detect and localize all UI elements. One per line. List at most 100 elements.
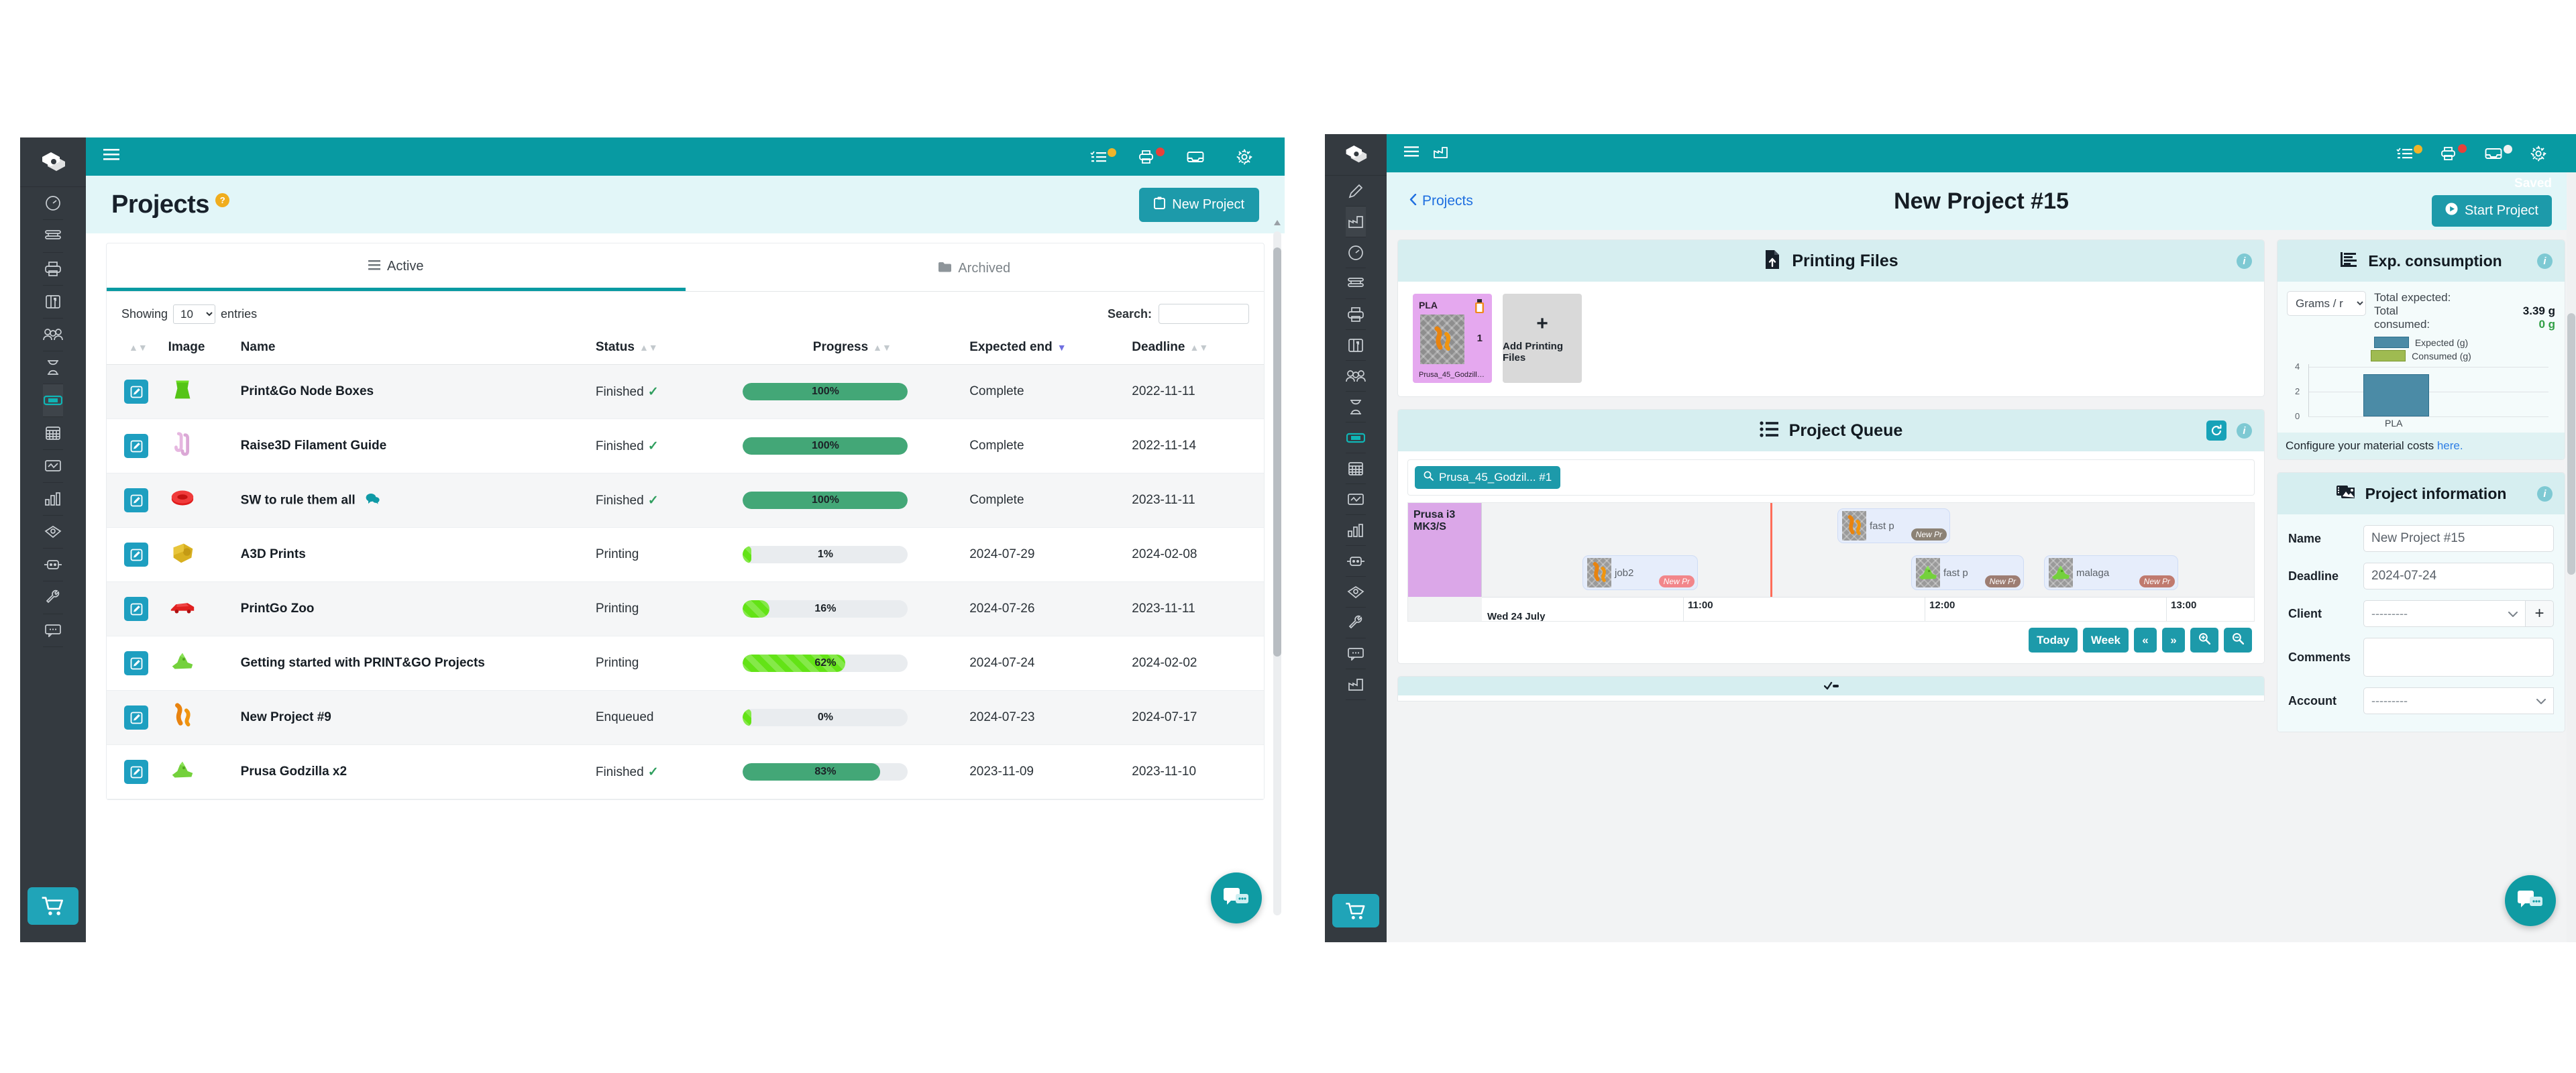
tasks-icon[interactable] [1090, 148, 1116, 164]
add-client-button[interactable]: + [2526, 600, 2554, 627]
next-button[interactable]: » [2162, 628, 2185, 653]
table-row[interactable]: Print&Go Node Boxes Finished ✓ 100% Compl… [107, 364, 1264, 419]
edit-project-button[interactable] [124, 597, 148, 621]
scrollbar-thumb[interactable] [2567, 313, 2575, 575]
sidebar-item-dashboard[interactable] [43, 187, 63, 220]
sidebar-item-printer[interactable] [43, 253, 63, 286]
breadcrumb[interactable]: Projects [1409, 193, 1473, 209]
search-input[interactable] [1159, 304, 1249, 324]
start-project-button[interactable]: Start Project [2431, 195, 2552, 227]
sidebar-item-factory[interactable] [1346, 669, 1366, 700]
gantt-job[interactable]: fast p New Pr [1837, 508, 1950, 543]
edit-project-button[interactable] [124, 760, 148, 784]
info-icon[interactable]: i [2537, 253, 2553, 269]
tab-archived[interactable]: Archived [686, 243, 1265, 291]
sidebar-item-hourglass[interactable] [1346, 392, 1366, 422]
info-icon[interactable]: i [2537, 486, 2553, 502]
tasks-icon[interactable] [2396, 144, 2422, 160]
sidebar-item-grid[interactable] [1346, 453, 1366, 484]
sidebar-item-robot[interactable] [1346, 546, 1366, 577]
project-comments-field[interactable] [2363, 638, 2554, 677]
printer-icon[interactable] [1138, 147, 1165, 164]
add-printing-files-button[interactable]: + Add Printing Files [1503, 294, 1582, 383]
col-progress[interactable]: Progress ▲▼ [739, 331, 966, 365]
table-row[interactable]: SW to rule them all Finished ✓ 100% Compl… [107, 473, 1264, 528]
hamburger-icon[interactable] [103, 149, 119, 164]
queue-filter-chip[interactable]: Prusa_45_Godzil... #1 [1415, 466, 1561, 489]
info-icon[interactable]: i [2237, 253, 2252, 269]
printing-file-card[interactable]: PLA 1 Prusa_45_Godzilla_Arm.. [1413, 294, 1492, 383]
col-deadline[interactable]: Deadline ▲▼ [1128, 331, 1264, 365]
edit-project-button[interactable] [124, 380, 148, 404]
sidebar-item-grid[interactable] [43, 417, 63, 450]
edit-project-button[interactable] [124, 651, 148, 675]
table-row[interactable]: New Project #9 Enqueued 0% 2024-07-23 20… [107, 690, 1264, 745]
refresh-icon[interactable] [2206, 420, 2226, 441]
gantt-job[interactable]: malaga New Pr [2044, 555, 2178, 590]
table-row[interactable]: Raise3D Filament Guide Finished ✓ 100% Co… [107, 418, 1264, 473]
help-badge[interactable]: ? [215, 192, 229, 207]
project-name-field[interactable]: New Project #15 [2363, 525, 2554, 552]
sidebar-item-factory[interactable] [1346, 207, 1366, 237]
inbox-icon[interactable] [2485, 144, 2512, 160]
sidebar-item-users[interactable] [43, 319, 63, 351]
scrollbar-thumb[interactable] [1273, 247, 1281, 657]
info-icon[interactable]: i [2237, 422, 2252, 439]
sidebar-item-map[interactable] [43, 286, 63, 319]
sidebar-item-chart[interactable] [1346, 515, 1366, 546]
hamburger-icon[interactable] [1404, 146, 1419, 161]
edit-project-button[interactable] [124, 705, 148, 730]
prev-button[interactable]: « [2134, 628, 2157, 653]
edit-project-button[interactable] [124, 488, 148, 512]
sidebar-item-chat[interactable] [1346, 638, 1366, 669]
configure-link[interactable]: here. [2437, 439, 2463, 452]
sidebar-item-wrench[interactable] [1346, 608, 1366, 638]
comment-icon[interactable] [366, 493, 380, 508]
vertical-scrollbar[interactable] [2567, 172, 2576, 942]
factory-icon[interactable] [1434, 146, 1448, 162]
zoom-in-button[interactable] [2190, 628, 2218, 653]
week-button[interactable]: Week [2082, 628, 2129, 653]
sidebar-item-chart[interactable] [43, 483, 63, 516]
gantt-job[interactable]: job2 New Pr [1582, 555, 1698, 590]
gear-icon[interactable] [1236, 149, 1252, 165]
sidebar-item-monitor[interactable] [1346, 484, 1366, 515]
sidebar-item-diamond[interactable] [43, 516, 63, 549]
app-logo[interactable] [20, 137, 86, 187]
printer-icon[interactable] [2440, 144, 2467, 161]
new-project-button[interactable]: New Project [1139, 187, 1259, 222]
chat-bubble-icon[interactable] [2505, 875, 2556, 926]
zoom-out-button[interactable] [2224, 628, 2252, 653]
sidebar-item-printer[interactable] [1346, 299, 1366, 330]
project-client-select[interactable]: --------- [2363, 600, 2526, 627]
cart-icon[interactable] [28, 887, 78, 925]
project-deadline-field[interactable]: 2024-07-24 [2363, 563, 2554, 589]
col-actions[interactable]: ▲▼ [107, 331, 164, 365]
sidebar-item-hourglass[interactable] [43, 351, 63, 384]
table-row[interactable]: Prusa Godzilla x2 Finished ✓ 83% 2023-11-… [107, 744, 1264, 799]
table-row[interactable]: A3D Prints Printing 1% 2024-07-29 2024-0… [107, 527, 1264, 582]
sidebar-item-users[interactable] [1346, 361, 1366, 392]
sidebar-item-diamond[interactable] [1346, 577, 1366, 608]
col-status[interactable]: Status ▲▼ [591, 331, 739, 365]
col-name[interactable]: Name [236, 331, 592, 365]
tab-active[interactable]: Active [107, 243, 686, 291]
sidebar-item-pencil[interactable] [1346, 176, 1366, 207]
sidebar-item-monitor[interactable] [43, 450, 63, 483]
edit-project-button[interactable] [124, 543, 148, 567]
edit-project-button[interactable] [124, 434, 148, 458]
sidebar-item-filament[interactable] [43, 220, 63, 253]
entries-select[interactable]: 102550100 [173, 304, 216, 324]
sidebar-item-projects[interactable] [1346, 422, 1366, 453]
sidebar-item-robot[interactable] [43, 549, 63, 581]
col-image[interactable]: Image [164, 331, 237, 365]
col-expected-end[interactable]: Expected end ▼ [965, 331, 1128, 365]
gear-icon[interactable] [2530, 146, 2546, 162]
sidebar-item-filament[interactable] [1346, 268, 1366, 299]
scroll-up-arrow[interactable] [1273, 218, 1282, 227]
today-button[interactable]: Today [2029, 628, 2078, 653]
gantt-job[interactable]: fast p New Pr [1911, 555, 2024, 590]
table-row[interactable]: PrintGo Zoo Printing 16% 2024-07-26 2023… [107, 581, 1264, 636]
sidebar-item-map[interactable] [1346, 330, 1366, 361]
inbox-icon[interactable] [1187, 150, 1204, 164]
